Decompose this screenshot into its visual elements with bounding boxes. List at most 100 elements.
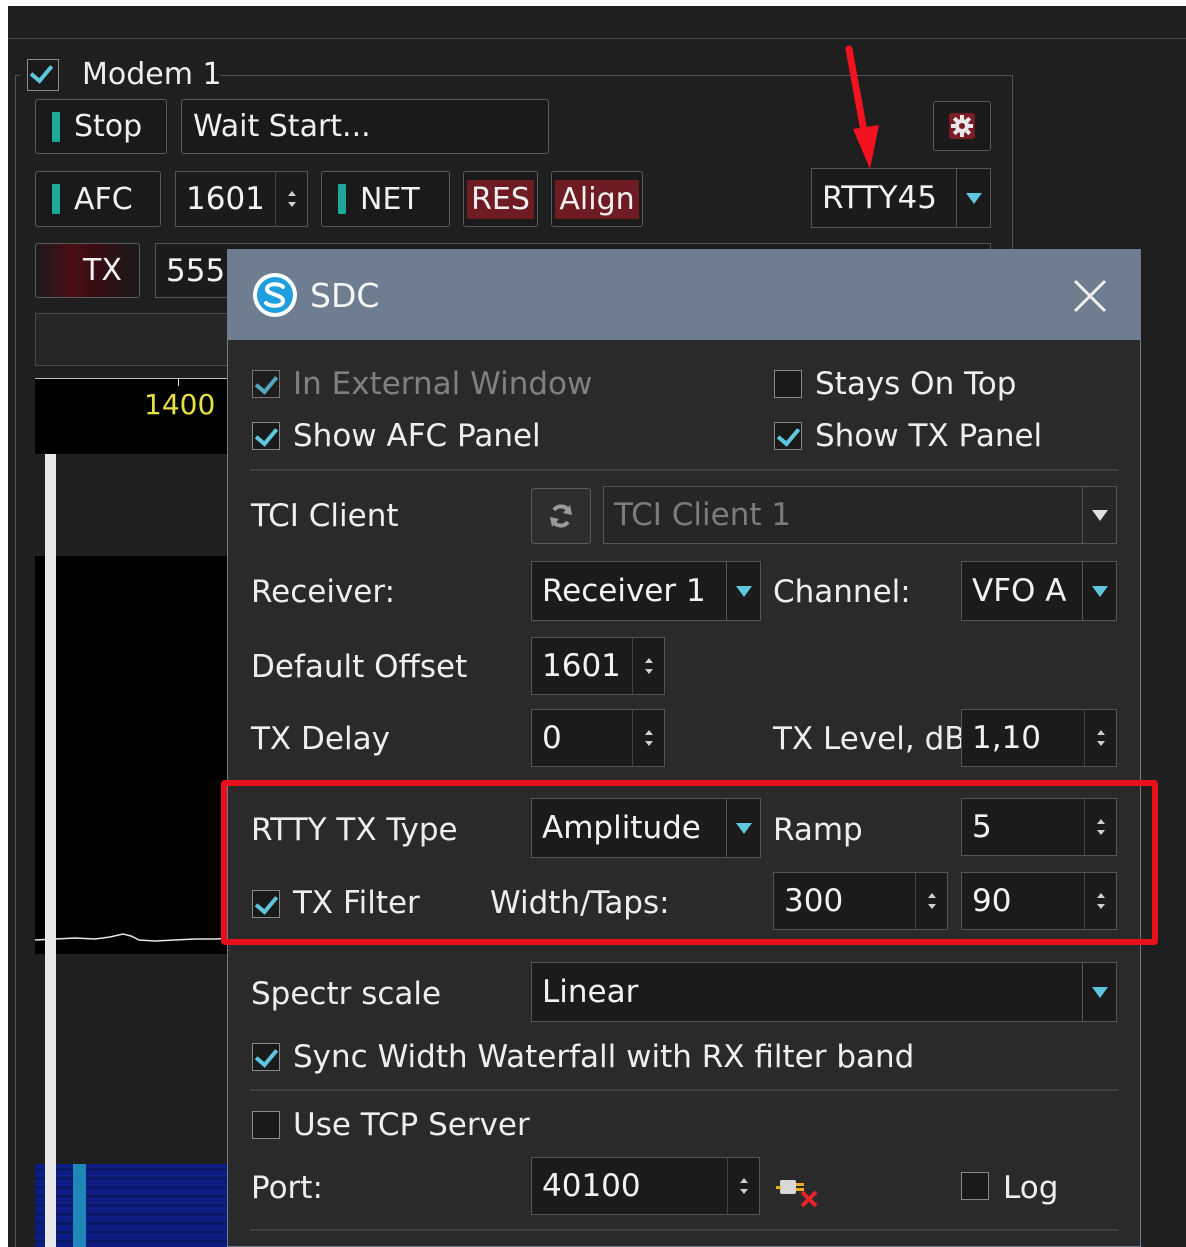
afc-label: AFC: [74, 181, 133, 217]
divider: [8, 38, 1186, 39]
status-display: Wait Start...: [181, 99, 549, 154]
dialog-title: SDC: [310, 276, 380, 315]
use-tcp-server-label[interactable]: Use TCP Server: [293, 1107, 530, 1143]
scale-tick-label: 1400: [144, 388, 216, 421]
spectrum-gap: [35, 454, 235, 556]
close-icon[interactable]: [1072, 278, 1108, 314]
spectr-scale-dropdown-arrow[interactable]: [1082, 963, 1116, 1021]
separator: [250, 469, 1118, 471]
mode-dropdown-arrow[interactable]: [956, 169, 990, 227]
in-external-window-checkbox: [252, 370, 280, 398]
channel-label: Channel:: [773, 574, 911, 610]
sdc-logo-icon: [253, 273, 297, 317]
tx-delay-value: 0: [542, 720, 562, 756]
tci-client-label: TCI Client: [251, 498, 399, 534]
stays-on-top-checkbox[interactable]: [774, 370, 802, 398]
tx-level-value: 1,10: [972, 720, 1042, 756]
afc-offset-value: 1601: [186, 181, 265, 217]
res-button[interactable]: RES: [463, 171, 538, 227]
afc-indicator: [52, 184, 60, 214]
tx-delay-spin-arrows[interactable]: [632, 710, 664, 766]
afc-spin-arrows[interactable]: [275, 172, 307, 226]
settings-button[interactable]: [933, 101, 991, 151]
tci-client-value: TCI Client 1: [614, 497, 792, 533]
tx-delay-label: TX Delay: [251, 721, 390, 757]
separator: [250, 1089, 1118, 1091]
align-button[interactable]: Align: [551, 171, 643, 227]
status-text: Wait Start...: [193, 109, 371, 144]
default-offset-value: 1601: [542, 648, 621, 684]
port-spin-arrows[interactable]: [727, 1158, 759, 1214]
spectr-scale-dropdown[interactable]: Linear: [531, 962, 1117, 1022]
res-label: RES: [467, 179, 534, 219]
chevron-down-icon: [735, 585, 752, 597]
sync-width-label[interactable]: Sync Width Waterfall with RX filter band: [293, 1039, 914, 1075]
chevron-down-icon: [1091, 986, 1108, 998]
net-indicator: [338, 184, 346, 214]
refresh-icon: [550, 504, 572, 528]
server-disconnected-icon: [776, 1180, 818, 1208]
tx-button[interactable]: TX: [35, 243, 140, 298]
gear-icon: [949, 113, 975, 139]
tx-level-label: TX Level, dB: [773, 721, 966, 757]
modem-enable-checkbox[interactable]: [27, 59, 59, 91]
receiver-value: Receiver 1: [542, 573, 706, 609]
channel-dropdown-arrow[interactable]: [1082, 562, 1116, 620]
sdc-settings-dialog: SDC In External Window Stays On Top Show…: [227, 249, 1141, 1247]
log-label[interactable]: Log: [1003, 1170, 1058, 1206]
channel-value: VFO A: [972, 573, 1067, 609]
spectrum-trace: [35, 933, 235, 942]
stays-on-top-label[interactable]: Stays On Top: [815, 366, 1016, 402]
net-button[interactable]: NET: [321, 171, 450, 227]
mode-value: RTTY45: [822, 180, 937, 216]
default-offset-spin-arrows[interactable]: [632, 638, 664, 694]
show-tx-panel-label[interactable]: Show TX Panel: [815, 418, 1042, 454]
receiver-dropdown[interactable]: Receiver 1: [531, 561, 761, 621]
afc-button[interactable]: AFC: [35, 171, 161, 227]
chevron-down-icon: [965, 192, 982, 204]
in-external-window-label: In External Window: [293, 366, 593, 402]
tci-reconnect-button[interactable]: [531, 488, 591, 544]
use-tcp-server-checkbox[interactable]: [252, 1111, 280, 1139]
tx-delay-spinbox[interactable]: 0: [531, 709, 665, 767]
spectr-scale-value: Linear: [542, 974, 639, 1010]
log-checkbox[interactable]: [961, 1172, 989, 1200]
chevron-down-icon: [1091, 509, 1108, 521]
scale-tick: [178, 378, 179, 386]
waterfall-view[interactable]: [35, 1164, 235, 1247]
stop-button[interactable]: Stop: [35, 99, 167, 154]
tx-label: TX: [83, 253, 122, 288]
stop-label: Stop: [74, 109, 143, 144]
sync-width-checkbox[interactable]: [252, 1043, 280, 1071]
receiver-dropdown-arrow[interactable]: [726, 562, 760, 620]
tx-level-spin-arrows[interactable]: [1084, 710, 1116, 766]
tx-level-spinbox[interactable]: 1,10: [961, 709, 1117, 767]
annotation-arrow: [845, 45, 879, 169]
channel-dropdown[interactable]: VFO A: [961, 561, 1117, 621]
chevron-down-icon: [1091, 585, 1108, 597]
align-label: Align: [555, 179, 639, 219]
default-offset-label: Default Offset: [251, 649, 468, 685]
separator: [250, 1229, 1118, 1231]
tci-client-dropdown: TCI Client 1: [603, 486, 1117, 544]
waterfall-marker: [73, 1164, 86, 1247]
scale-top-line: [35, 378, 235, 379]
port-value: 40100: [542, 1168, 641, 1204]
port-spinbox[interactable]: 40100: [531, 1157, 760, 1215]
progress-bar: [35, 313, 235, 366]
spectr-scale-label: Spectr scale: [251, 976, 442, 1012]
spectrum-view[interactable]: [35, 556, 235, 954]
stop-indicator: [52, 111, 60, 142]
modem-title: Modem 1: [82, 57, 222, 92]
highlight-box: [221, 780, 1158, 945]
net-label: NET: [360, 181, 420, 217]
default-offset-spinbox[interactable]: 1601: [531, 637, 665, 695]
afc-offset-spinbox[interactable]: 1601: [175, 171, 308, 227]
mode-dropdown[interactable]: RTTY45: [811, 168, 991, 228]
port-label: Port:: [251, 1170, 323, 1206]
show-tx-panel-checkbox[interactable]: [774, 422, 802, 450]
tci-client-dropdown-arrow: [1082, 487, 1116, 543]
show-afc-panel-checkbox[interactable]: [252, 422, 280, 450]
tuning-cursor-line[interactable]: [45, 454, 56, 1247]
show-afc-panel-label[interactable]: Show AFC Panel: [293, 418, 541, 454]
